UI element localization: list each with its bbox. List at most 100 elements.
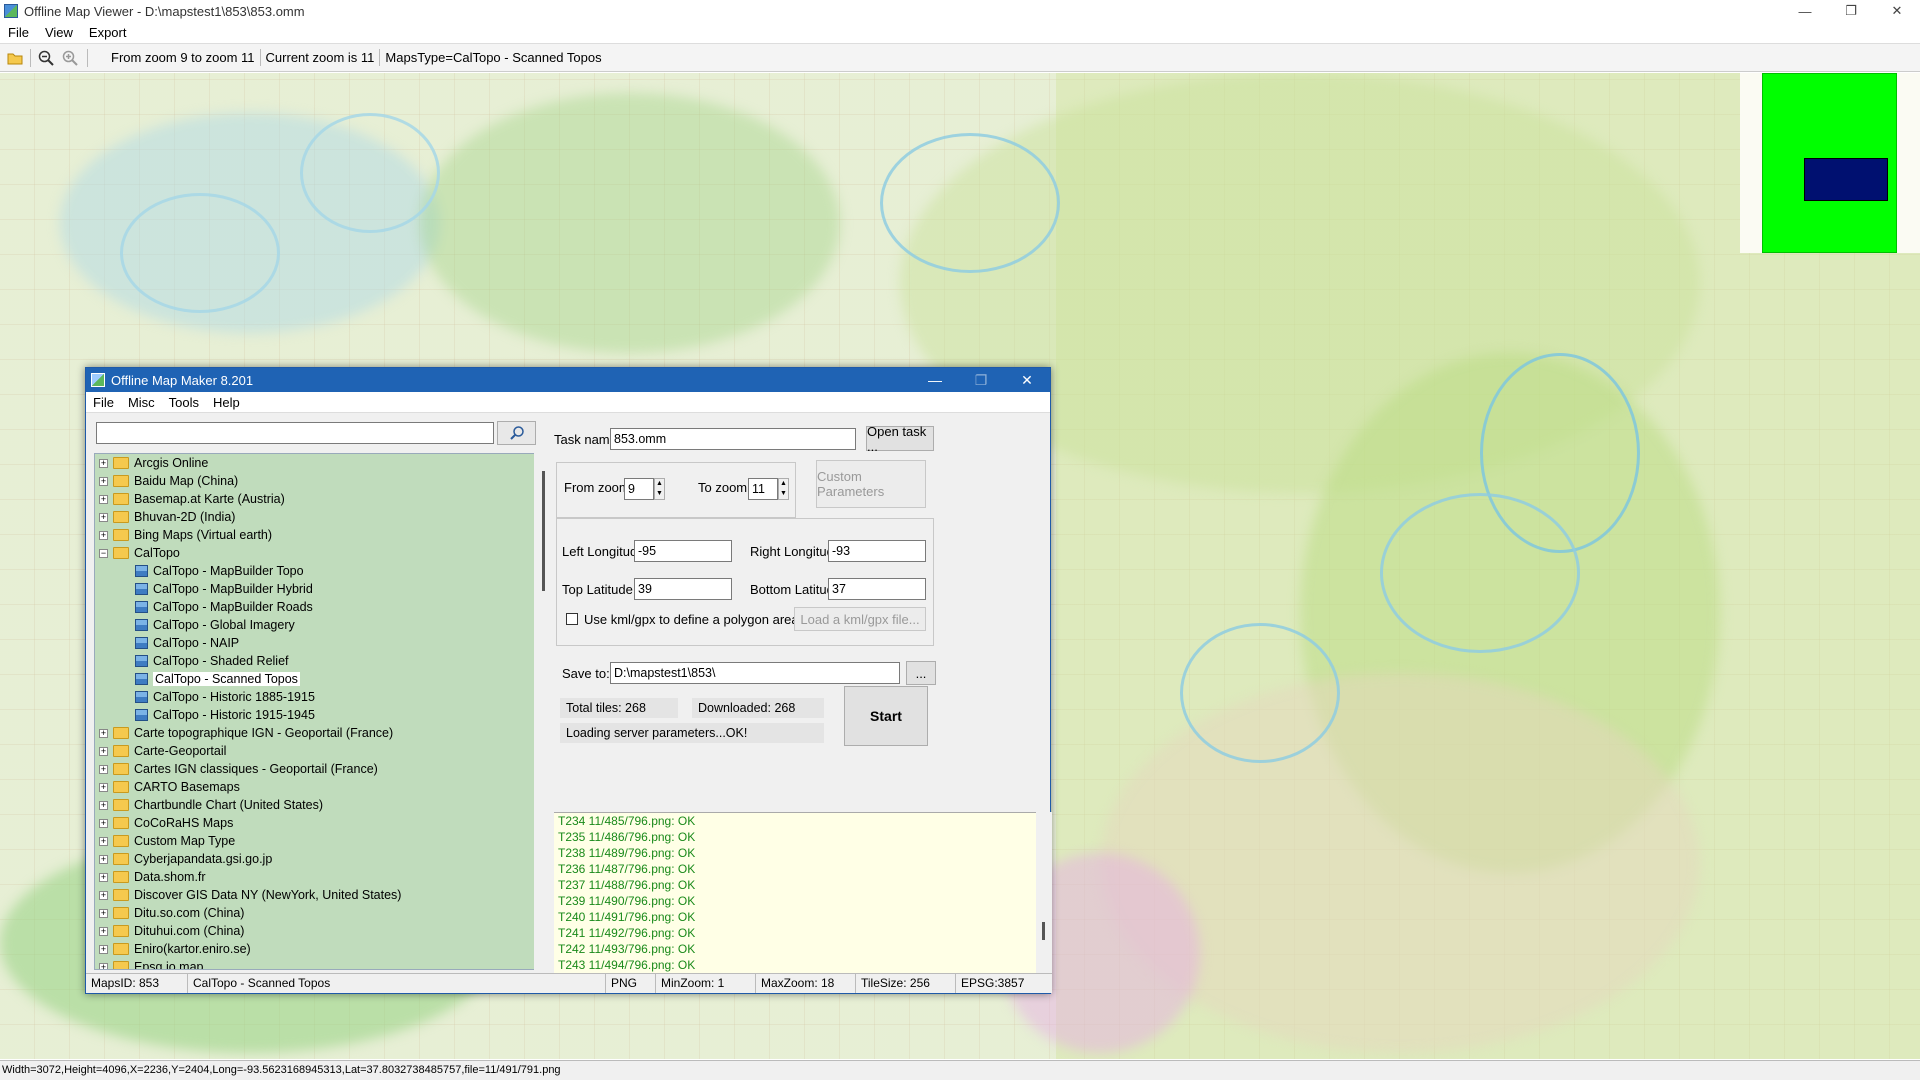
tree-folder[interactable]: + Bhuvan-2D (India) xyxy=(95,508,548,526)
overview-viewport[interactable] xyxy=(1804,158,1888,201)
dialog-menu-tools[interactable]: Tools xyxy=(162,395,206,410)
tree-folder[interactable]: + Chartbundle Chart (United States) xyxy=(95,796,548,814)
tree-folder[interactable]: + Discover GIS Data NY (NewYork, United S… xyxy=(95,886,548,904)
expand-icon[interactable]: + xyxy=(99,530,108,540)
dialog-statusbar: MapsID: 853 CalTopo - Scanned Topos PNG … xyxy=(86,973,1052,993)
expand-icon[interactable]: + xyxy=(99,926,108,936)
tree-folder[interactable]: + Ditu.so.com (China) xyxy=(95,904,548,922)
collapse-icon[interactable]: − xyxy=(99,548,108,558)
tree-folder[interactable]: + Custom Map Type xyxy=(95,832,548,850)
expand-icon[interactable]: + xyxy=(99,854,108,864)
download-log: T234 11/485/796.png: OK T235 11/486/796.p… xyxy=(554,812,1036,975)
tree-folder[interactable]: + CARTO Basemaps xyxy=(95,778,548,796)
tree-folder[interactable]: + Carte topographique IGN - Geoportail (F… xyxy=(95,724,548,742)
expand-icon[interactable]: + xyxy=(99,872,108,882)
dialog-minimize-button[interactable]: — xyxy=(912,368,958,392)
left-longitude-input[interactable]: -95 xyxy=(634,540,732,562)
expand-icon[interactable]: + xyxy=(99,746,108,756)
dialog-maximize-button[interactable]: ❐ xyxy=(958,368,1004,392)
map-icon xyxy=(135,565,148,577)
expand-icon[interactable]: + xyxy=(99,944,108,954)
tree-scrollbar-thumb[interactable] xyxy=(542,471,545,591)
tree-folder[interactable]: + CoCoRaHS Maps xyxy=(95,814,548,832)
min-zoom-text: MinZoom: 1 xyxy=(656,974,756,993)
expand-icon[interactable]: + xyxy=(99,818,108,828)
load-kml-button[interactable]: Load a kml/gpx file... xyxy=(794,607,926,631)
tree-folder[interactable]: + Eniro(kartor.eniro.se) xyxy=(95,940,548,958)
dialog-title: Offline Map Maker 8.201 xyxy=(111,372,254,388)
expand-icon[interactable]: + xyxy=(99,512,108,522)
tree-folder[interactable]: + Epsg.io map xyxy=(95,958,548,969)
map-type-tree[interactable]: + Arcgis Online + Baidu Map (China) + Basemap… xyxy=(94,453,549,970)
to-zoom-stepper[interactable]: ▲ ▼ xyxy=(778,478,789,500)
tree-folder[interactable]: + Bing Maps (Virtual earth) xyxy=(95,526,548,544)
expand-icon[interactable]: + xyxy=(99,782,108,792)
custom-parameters-button[interactable]: Custom Parameters xyxy=(816,460,926,508)
expand-icon[interactable]: + xyxy=(99,764,108,774)
tree-folder[interactable]: + Cartes IGN classiques - Geoportail (Fra… xyxy=(95,760,548,778)
menu-export[interactable]: Export xyxy=(81,25,135,40)
downloaded-text: Downloaded: 268 xyxy=(692,698,824,718)
app-icon xyxy=(4,4,18,18)
tree-map-item[interactable]: CalTopo - MapBuilder Roads xyxy=(95,598,548,616)
tree-folder[interactable]: + Arcgis Online xyxy=(95,454,548,472)
tree-map-item[interactable]: CalTopo - Historic 1915-1945 xyxy=(95,706,548,724)
tree-folder[interactable]: + Carte-Geoportail xyxy=(95,742,548,760)
tree-map-item[interactable]: CalTopo - Historic 1885-1915 xyxy=(95,688,548,706)
tree-folder[interactable]: + Dituhui.com (China) xyxy=(95,922,548,940)
close-button[interactable]: ✕ xyxy=(1874,0,1920,22)
expand-icon[interactable]: + xyxy=(99,476,108,486)
right-longitude-input[interactable]: -93 xyxy=(828,540,926,562)
task-name-input[interactable]: 853.omm xyxy=(610,428,856,450)
tree-map-item[interactable]: CalTopo - MapBuilder Topo xyxy=(95,562,548,580)
dialog-menu-file[interactable]: File xyxy=(86,395,121,410)
tree-folder[interactable]: + Baidu Map (China) xyxy=(95,472,548,490)
tree-folder-label: Chartbundle Chart (United States) xyxy=(134,798,323,812)
expand-icon[interactable]: + xyxy=(99,908,108,918)
open-folder-icon[interactable] xyxy=(6,49,24,67)
expand-icon[interactable]: + xyxy=(99,728,108,738)
expand-icon[interactable]: + xyxy=(99,458,108,468)
zoom-out-icon[interactable] xyxy=(37,49,55,67)
tree-map-item[interactable]: CalTopo - Global Imagery xyxy=(95,616,548,634)
open-task-button[interactable]: Open task ... xyxy=(866,424,934,454)
maximize-button[interactable]: ❐ xyxy=(1828,0,1874,22)
tree-folder[interactable]: + Basemap.at Karte (Austria) xyxy=(95,490,548,508)
bottom-latitude-input[interactable]: 37 xyxy=(828,578,926,600)
tree-map-label: CalTopo - Shaded Relief xyxy=(153,654,289,668)
log-scrollbar[interactable] xyxy=(1036,812,1052,975)
menu-view[interactable]: View xyxy=(37,25,81,40)
to-zoom-input[interactable]: 11 xyxy=(748,478,778,500)
minimize-button[interactable]: — xyxy=(1782,0,1828,22)
expand-icon[interactable]: + xyxy=(99,962,108,969)
tree-folder[interactable]: + Data.shom.fr xyxy=(95,868,548,886)
log-scrollbar-thumb[interactable] xyxy=(1042,922,1045,940)
menu-file[interactable]: File xyxy=(0,25,37,40)
folder-icon xyxy=(113,889,129,901)
expand-icon[interactable]: + xyxy=(99,890,108,900)
tree-map-item[interactable]: CalTopo - NAIP xyxy=(95,634,548,652)
log-line: T234 11/485/796.png: OK xyxy=(558,814,696,828)
expand-icon[interactable]: + xyxy=(99,494,108,504)
top-latitude-input[interactable]: 39 xyxy=(634,578,732,600)
from-zoom-input[interactable]: 9 xyxy=(624,478,654,500)
map-search-input[interactable] xyxy=(96,422,494,444)
search-button[interactable] xyxy=(497,421,536,445)
tree-map-item[interactable]: CalTopo - Shaded Relief xyxy=(95,652,548,670)
from-zoom-stepper[interactable]: ▲ ▼ xyxy=(654,478,665,500)
tree-folder[interactable]: − CalTopo xyxy=(95,544,548,562)
dialog-close-button[interactable]: ✕ xyxy=(1004,368,1050,392)
expand-icon[interactable]: + xyxy=(99,836,108,846)
tree-map-item[interactable]: CalTopo - MapBuilder Hybrid xyxy=(95,580,548,598)
zoom-in-icon[interactable] xyxy=(61,49,79,67)
dialog-menu-misc[interactable]: Misc xyxy=(121,395,162,410)
browse-folder-button[interactable]: ... xyxy=(906,661,936,685)
use-kml-checkbox[interactable] xyxy=(566,613,578,625)
tree-map-item[interactable]: CalTopo - Scanned Topos xyxy=(95,670,548,688)
folder-icon xyxy=(113,835,129,847)
dialog-menu-help[interactable]: Help xyxy=(206,395,247,410)
start-button[interactable]: Start xyxy=(844,686,928,746)
tree-folder[interactable]: + Cyberjapandata.gsi.go.jp xyxy=(95,850,548,868)
save-to-input[interactable]: D:\mapstest1\853\ xyxy=(610,662,900,684)
expand-icon[interactable]: + xyxy=(99,800,108,810)
